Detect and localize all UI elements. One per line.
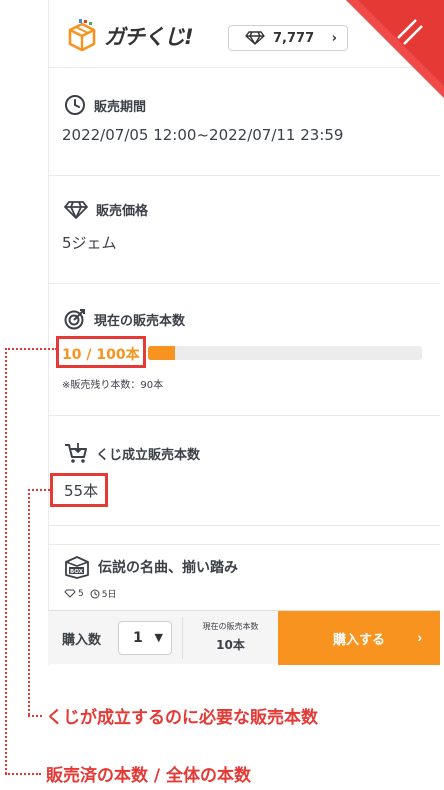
page: ガチくじ! 7,777 › 販売期間 2022/07/05 12:00~2022… [0,0,444,790]
threshold-highlight [50,473,108,507]
chevron-right-icon: › [331,31,337,46]
chevron-right-icon: › [417,629,422,645]
target-icon [64,309,85,330]
threshold-title: くじ成立販売本数 [64,442,200,464]
progress-connector-vertical [5,348,7,774]
lottery-price: 5 [78,588,84,599]
sales-period-title: 販売期間 [64,94,146,116]
sales-price-value: 5ジェム [62,234,117,252]
sold-count-caption: 現在の販売本数 [202,622,259,631]
lottery-days: 5日 [101,590,117,600]
threshold-section: くじ成立販売本数 55本 [48,416,440,526]
sales-progress-fill [148,346,176,360]
sales-period-value: 2022/07/05 12:00~2022/07/11 23:59 [62,126,344,144]
purchase-button-label: 購入する [332,631,385,647]
progress-connector-bottom [5,773,41,775]
current-sales-label: 現在の販売本数 [94,313,186,329]
box-logo-icon [68,19,96,52]
sold-count-value: 10本 [216,638,245,652]
quantity-select[interactable]: 1 ▼ [118,621,172,655]
gem-count: 7,777 [273,30,315,46]
caret-down-icon: ▼ [154,631,163,644]
gem-balance-button[interactable]: 7,777 › [228,25,348,51]
progress-highlight [56,336,146,368]
threshold-annotation: くじが成立するのに必要な販売本数 [46,708,318,728]
diamond-icon [64,589,76,598]
quantity-value: 1 [133,630,143,646]
quantity-label: 購入数 [62,633,102,648]
logo[interactable]: ガチくじ! [64,16,214,56]
sales-price-title: 販売価格 [64,200,148,219]
box-icon-label: BOX [70,569,84,575]
sales-price-label: 販売価格 [96,204,149,219]
current-sales-title: 現在の販売本数 [64,308,185,330]
lottery-title-text: 伝説の名曲、揃い踏み [98,560,238,576]
threshold-connector-vertical [28,489,30,715]
sales-progress-bar [148,346,422,360]
box-icon: BOX [65,556,89,579]
logo-text: ガチくじ! [104,25,194,49]
purchase-bar: 購入数 1 ▼ 現在の販売本数 10本 購入する › [48,610,440,665]
lottery-title: BOX 伝説の名曲、揃い踏み [64,555,238,579]
sales-price-section: 販売価格 5ジェム [48,176,440,284]
progress-connector-top [5,348,57,350]
clock-icon [65,95,85,115]
clock-icon [90,589,100,598]
threshold-label: くじ成立販売本数 [96,447,201,463]
diamond-icon [245,31,265,45]
progress-annotation: 販売済の本数 / 全体の本数 [46,766,252,786]
threshold-connector-top [28,489,50,491]
sold-count-box: 現在の販売本数 10本 [182,617,278,659]
threshold-connector-bottom [28,715,42,717]
sales-period-label: 販売期間 [94,99,147,115]
remaining-count: ※販売残り本数：90本 [62,380,164,391]
diamond-icon [64,200,88,219]
purchase-button[interactable]: 購入する › [278,611,440,665]
cart-icon [65,443,87,463]
lottery-meta: 5 5日 [64,587,122,600]
sales-period-section: 販売期間 2022/07/05 12:00~2022/07/11 23:59 [48,68,440,176]
